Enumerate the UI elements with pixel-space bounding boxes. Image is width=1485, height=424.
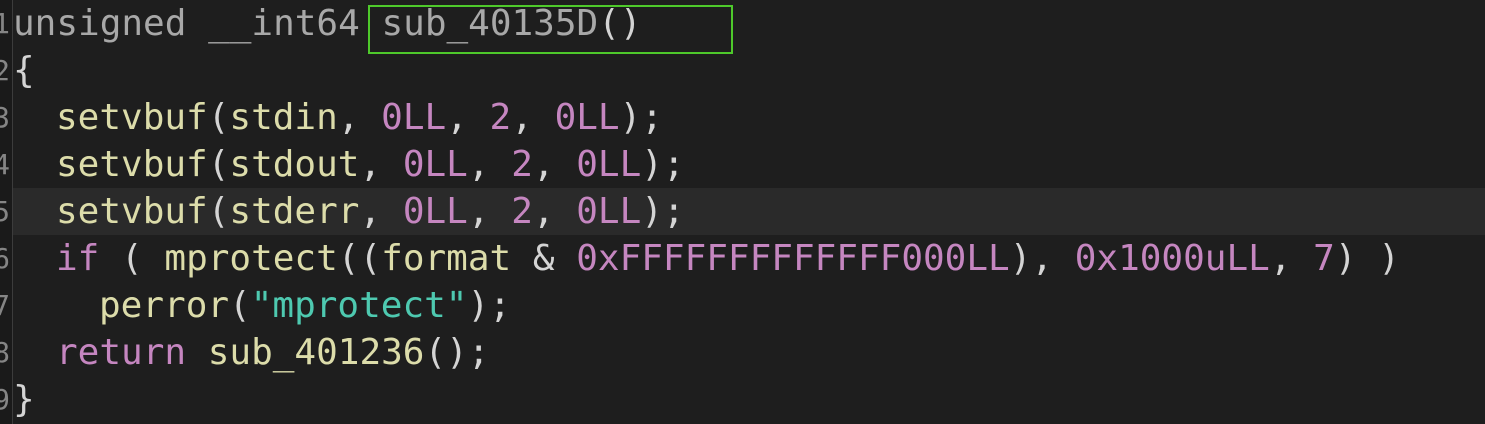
- code-line-return[interactable]: return sub_401236();: [13, 329, 1485, 376]
- arg-stderr[interactable]: stderr: [229, 191, 359, 232]
- open-brace: {: [13, 50, 35, 91]
- line-number: 8: [0, 336, 10, 369]
- code-line-setvbuf-stderr[interactable]: setvbuf(stderr, 0LL, 2, 0LL);: [13, 188, 1485, 235]
- arg-number: 2: [511, 144, 533, 185]
- call-sub-401236[interactable]: sub_401236: [208, 332, 425, 373]
- arg-format[interactable]: format: [381, 238, 511, 279]
- string-literal: "mprotect": [250, 285, 468, 326]
- arg-number: 2: [489, 97, 512, 138]
- comma: ,: [446, 97, 490, 138]
- comma: ,: [337, 97, 382, 138]
- close-paren: );: [641, 191, 685, 232]
- page-mask-constant: 0xFFFFFFFFFFFFF000LL: [576, 238, 1010, 279]
- prot-constant: 7: [1313, 238, 1335, 279]
- arg-number: 0LL: [576, 144, 642, 185]
- comma: ,: [359, 191, 403, 232]
- line-number: 7: [0, 289, 10, 322]
- comma: ,: [511, 97, 555, 138]
- return-type: unsigned __int64: [13, 3, 360, 44]
- line-number: 4: [0, 148, 10, 181]
- keyword-return: return: [56, 332, 187, 373]
- close-paren: );: [619, 97, 663, 138]
- arg-number: 0LL: [402, 191, 468, 232]
- close-brace: }: [13, 379, 35, 420]
- paren: (: [207, 144, 230, 185]
- line-number: 1: [0, 7, 10, 40]
- line-number: 5: [0, 195, 10, 228]
- code-line-close-brace[interactable]: }: [13, 376, 1485, 423]
- comma: ,: [532, 144, 577, 185]
- pseudocode-editor[interactable]: 1 2 3 4 5 6 7 8 9 unsigned __int64 sub_4…: [0, 0, 1485, 424]
- size-constant: 0x1000uLL: [1074, 238, 1270, 279]
- arg-stdin[interactable]: stdin: [229, 97, 337, 138]
- arg-number: 0LL: [554, 97, 620, 138]
- paren: ),: [1009, 238, 1075, 279]
- line-number: 9: [0, 383, 10, 416]
- paren: (: [207, 97, 230, 138]
- call-setvbuf[interactable]: setvbuf: [56, 191, 208, 232]
- operator-and: &: [511, 238, 577, 279]
- arg-stdout[interactable]: stdout: [229, 144, 359, 185]
- code-line-setvbuf-stdin[interactable]: setvbuf(stdin, 0LL, 2, 0LL);: [13, 94, 1485, 141]
- comma: ,: [359, 144, 403, 185]
- line-number: 6: [0, 242, 10, 275]
- comma: ,: [467, 191, 512, 232]
- close-paren: );: [467, 285, 511, 326]
- arg-number: 0LL: [402, 144, 468, 185]
- call-mprotect[interactable]: mprotect: [164, 238, 337, 279]
- comma: ,: [1269, 238, 1314, 279]
- paren: ((: [337, 238, 382, 279]
- keyword-if: if: [56, 238, 100, 279]
- close-paren: );: [641, 144, 685, 185]
- arg-number: 0LL: [576, 191, 642, 232]
- paren: (: [207, 191, 230, 232]
- paren: (: [229, 285, 251, 326]
- code-line-setvbuf-stdout[interactable]: setvbuf(stdout, 0LL, 2, 0LL);: [13, 141, 1485, 188]
- code-line-open-brace[interactable]: {: [13, 47, 1485, 94]
- comma: ,: [467, 144, 512, 185]
- code-line-perror[interactable]: perror("mprotect");: [13, 282, 1485, 329]
- code-line-function-signature[interactable]: unsigned __int64 sub_40135D(): [13, 0, 1485, 47]
- arg-number: 0LL: [381, 97, 447, 138]
- call-perror[interactable]: perror: [99, 285, 229, 326]
- paren: (: [99, 238, 165, 279]
- line-number: 3: [0, 101, 10, 134]
- call-setvbuf[interactable]: setvbuf: [56, 97, 208, 138]
- line-number: 2: [0, 54, 10, 87]
- close-paren: ) ): [1334, 238, 1400, 279]
- code-line-if-mprotect[interactable]: if ( mprotect((format & 0xFFFFFFFFFFFFF0…: [13, 235, 1485, 282]
- close-paren: ();: [424, 332, 490, 373]
- line-number-gutter: 1 2 3 4 5 6 7 8 9: [0, 0, 12, 424]
- arg-number: 2: [511, 191, 533, 232]
- call-setvbuf[interactable]: setvbuf: [56, 144, 208, 185]
- comma: ,: [532, 191, 577, 232]
